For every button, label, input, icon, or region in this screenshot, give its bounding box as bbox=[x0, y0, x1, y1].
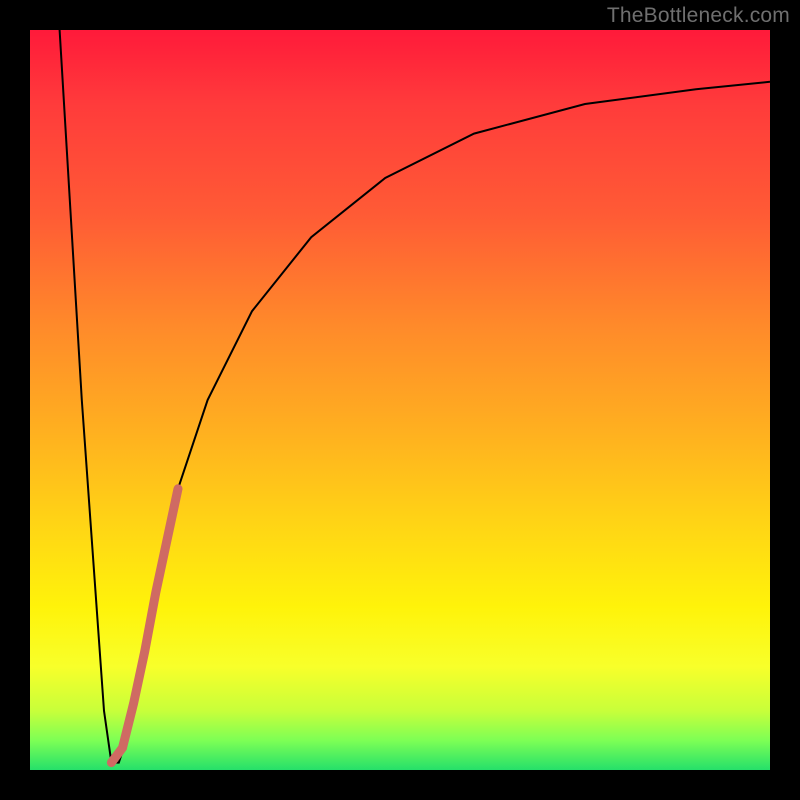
highlight-segment-path bbox=[111, 489, 178, 763]
watermark-label: TheBottleneck.com bbox=[607, 4, 790, 28]
plot-area bbox=[30, 30, 770, 770]
bottleneck-curve-path bbox=[60, 30, 770, 763]
chart-stage: TheBottleneck.com bbox=[0, 0, 800, 800]
curve-layer bbox=[30, 30, 770, 770]
